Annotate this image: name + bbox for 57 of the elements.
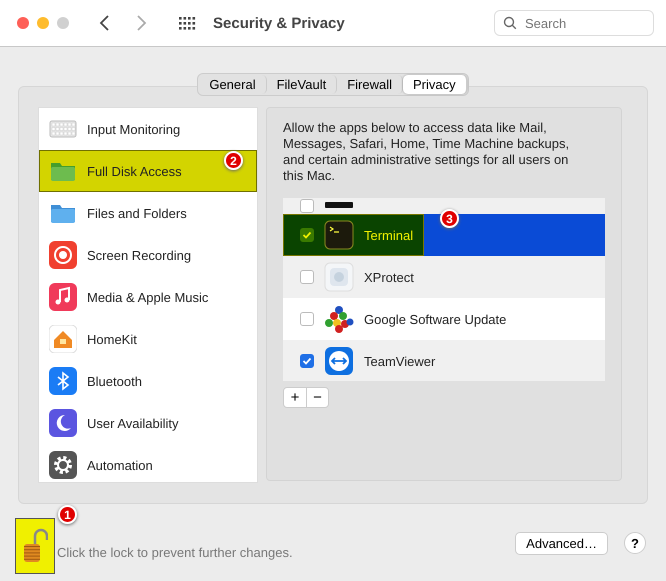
item-label: Bluetooth <box>87 374 142 388</box>
item-label: HomeKit <box>87 332 137 346</box>
checkbox[interactable] <box>300 354 314 368</box>
app-name: Terminal <box>364 228 414 242</box>
tab[interactable]: General <box>199 75 267 94</box>
zoom-button[interactable] <box>57 17 69 29</box>
search-icon <box>503 16 517 30</box>
app-name: XProtect <box>364 270 414 284</box>
checkbox[interactable] <box>300 312 314 326</box>
sidebar-item[interactable]: Bluetooth <box>39 360 257 402</box>
item-label: Files and Folders <box>87 206 187 220</box>
item-label: Screen Recording <box>87 248 192 262</box>
item-label: Automation <box>87 458 153 472</box>
minimize-button[interactable] <box>37 17 49 29</box>
window-title: Security & Privacy <box>213 14 346 32</box>
number-badge: 1 <box>58 505 77 524</box>
lock-hint: Click the lock to prevent further changes. <box>57 544 294 560</box>
sidebar-item[interactable]: Files and Folders <box>39 192 257 234</box>
app-row[interactable]: TeamViewer <box>283 340 605 381</box>
padlock-icon <box>22 528 48 564</box>
moon-icon <box>49 409 77 437</box>
help-button[interactable]: ? <box>624 532 646 554</box>
item-label: Input Monitoring <box>87 122 180 136</box>
app-row[interactable]: XProtect <box>283 256 605 298</box>
colored-balls-icon <box>324 304 354 334</box>
app-name: Google Software Update <box>364 312 506 326</box>
app-row[interactable] <box>283 198 605 214</box>
sidebar-item[interactable]: Media & Apple Music <box>39 276 257 318</box>
app-name: TeamViewer <box>364 354 436 368</box>
advanced-button[interactable]: Advanced… <box>515 532 608 554</box>
item-label: Full Disk Access <box>87 164 182 178</box>
lock-button[interactable] <box>15 518 55 574</box>
app-icon <box>324 202 354 210</box>
house-icon <box>49 325 77 353</box>
terminal-icon <box>324 220 354 250</box>
checkbox[interactable] <box>300 199 314 213</box>
sidebar-item[interactable]: Input Monitoring <box>39 108 257 150</box>
item-label: User Availability <box>87 416 179 430</box>
item-label: Media & Apple Music <box>87 290 208 304</box>
sidebar-item[interactable]: User Availability <box>39 402 257 444</box>
close-button[interactable] <box>17 17 29 29</box>
record-icon <box>49 241 77 269</box>
checkbox[interactable] <box>300 270 314 284</box>
remove-button[interactable]: − <box>306 388 328 407</box>
sidebar-item[interactable]: Automation <box>39 444 257 486</box>
tab[interactable]: Privacy <box>403 75 467 94</box>
gear-icon <box>49 451 77 479</box>
music-note-icon <box>49 283 77 311</box>
tab[interactable]: FileVault <box>266 75 338 94</box>
search-field[interactable]: Search <box>494 10 654 36</box>
sidebar-item[interactable]: Screen Recording <box>39 234 257 276</box>
add-button[interactable]: + <box>284 388 306 407</box>
bluetooth-icon <box>49 367 77 395</box>
checkbox[interactable] <box>300 228 314 242</box>
sidebar-item[interactable]: HomeKit <box>39 318 257 360</box>
shield-icon <box>324 262 354 292</box>
description-text: Allow the apps below to access data like Mail, Messages, Safari, Home, Time Machine backups, and certain administrative settings for all users on this Mac. <box>283 120 570 184</box>
